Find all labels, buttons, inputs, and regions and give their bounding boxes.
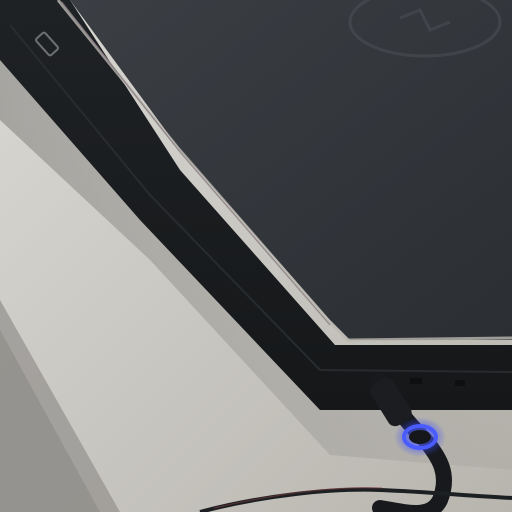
port (410, 378, 422, 384)
photo-scene (0, 0, 512, 512)
laptop-photo (0, 0, 512, 512)
power-led-icon (394, 417, 446, 457)
port (455, 380, 465, 386)
